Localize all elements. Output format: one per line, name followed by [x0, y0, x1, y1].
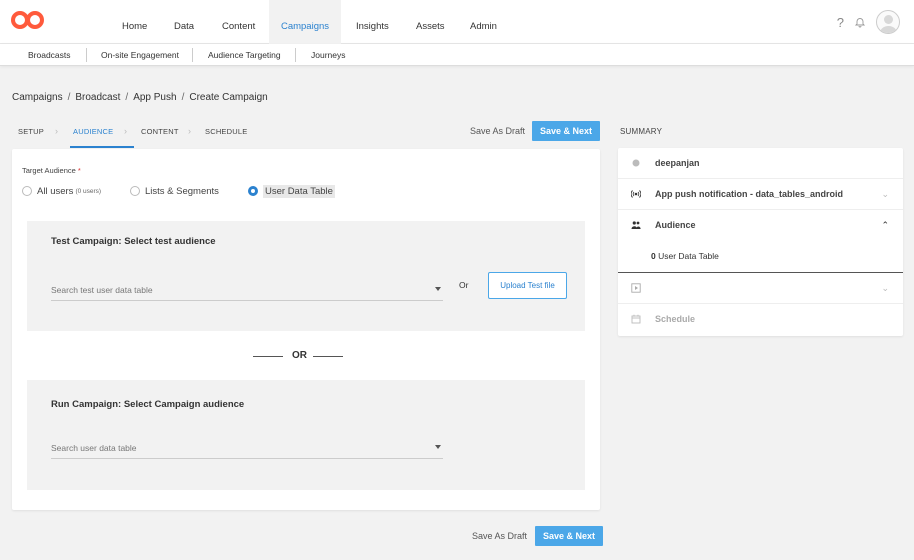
- nav-data[interactable]: Data: [164, 0, 204, 44]
- radio-all-users[interactable]: All users (0 users): [22, 184, 101, 198]
- breadcrumb-campaigns[interactable]: Campaigns: [12, 92, 63, 103]
- upload-test-file-button[interactable]: Upload Test file: [488, 272, 567, 299]
- save-draft-button-bottom[interactable]: Save As Draft: [472, 531, 527, 541]
- summary-audience-label: Audience: [655, 220, 696, 230]
- chevron-down-icon[interactable]: ⌄: [881, 189, 889, 200]
- save-draft-button-top[interactable]: Save As Draft: [470, 126, 525, 136]
- or-divider: OR: [253, 350, 343, 362]
- breadcrumb-separator: /: [67, 92, 71, 103]
- radio-circle[interactable]: [22, 186, 32, 196]
- subnav-divider: [295, 48, 296, 62]
- summary-audience-detail: 0 User Data Table: [651, 251, 719, 261]
- sub-navigation: Broadcasts On-site Engagement Audience T…: [0, 44, 914, 66]
- top-navigation: Home Data Content Campaigns Insights Ass…: [0, 0, 914, 44]
- nav-assets[interactable]: Assets: [406, 0, 455, 44]
- broadcast-icon: [631, 190, 641, 198]
- summary-row-name[interactable]: deepanjan: [618, 148, 903, 179]
- nav-admin[interactable]: Admin: [460, 0, 507, 44]
- summary-panel: deepanjan App push notification - data_t…: [618, 148, 903, 336]
- summary-row-content[interactable]: ⌄: [618, 273, 903, 304]
- audience-card: Target Audience * All users (0 users) Lis…: [12, 149, 600, 510]
- nav-home[interactable]: Home: [112, 0, 157, 44]
- breadcrumb-broadcast[interactable]: Broadcast: [75, 92, 120, 103]
- run-campaign-title: Run Campaign: Select Campaign audience: [51, 399, 245, 410]
- summary-row-audience[interactable]: Audience ⌃: [618, 210, 903, 241]
- breadcrumb-separator: /: [181, 92, 185, 103]
- caret-down-icon[interactable]: [435, 445, 441, 449]
- chevron-right-icon: ›: [188, 126, 191, 136]
- dot-icon: [632, 159, 640, 167]
- breadcrumb-app-push[interactable]: App Push: [133, 92, 176, 103]
- logo-icon[interactable]: [10, 9, 46, 31]
- run-campaign-panel: Run Campaign: Select Campaign audience S…: [27, 380, 585, 490]
- divider-line: [313, 356, 343, 357]
- target-audience-label: Target Audience *: [22, 166, 81, 175]
- nav-campaigns[interactable]: Campaigns: [269, 0, 341, 44]
- radio-user-data-table[interactable]: User Data Table: [248, 184, 335, 198]
- breadcrumb-create-campaign: Create Campaign: [189, 92, 268, 103]
- subnav-onsite-engagement[interactable]: On-site Engagement: [101, 44, 179, 66]
- breadcrumb: Campaigns / Broadcast / App Push / Create Camp…: [12, 92, 268, 103]
- chevron-up-icon[interactable]: ⌃: [881, 220, 889, 231]
- chevron-right-icon: ›: [124, 126, 127, 136]
- nav-insights[interactable]: Insights: [346, 0, 399, 44]
- summary-schedule-label: Schedule: [655, 314, 696, 324]
- subnav-broadcasts[interactable]: Broadcasts: [28, 44, 71, 66]
- step-setup[interactable]: SETUP: [18, 127, 44, 136]
- top-icons: ?: [837, 10, 900, 34]
- summary-channel-label: App push notification - data_tables_andr…: [655, 189, 844, 199]
- summary-title: SUMMARY: [620, 127, 663, 136]
- summary-row-channel[interactable]: App push notification - data_tables_andr…: [618, 179, 903, 210]
- test-campaign-title: Test Campaign: Select test audience: [51, 236, 216, 247]
- subnav-journeys[interactable]: Journeys: [311, 44, 346, 66]
- nav-content[interactable]: Content: [212, 0, 265, 44]
- caret-down-icon[interactable]: [435, 287, 441, 291]
- chevron-right-icon: ›: [55, 126, 58, 136]
- summary-name-label: deepanjan: [655, 158, 700, 168]
- divider-line: [253, 356, 283, 357]
- play-icon: [631, 283, 641, 293]
- campaign-audience-search-input[interactable]: Search user data table: [51, 441, 443, 459]
- calendar-icon: [631, 314, 641, 324]
- test-campaign-panel: Test Campaign: Select test audience Sear…: [27, 221, 585, 331]
- subnav-divider: [192, 48, 193, 62]
- subnav-divider: [86, 48, 87, 62]
- or-label: Or: [459, 280, 469, 290]
- active-step-underline: [70, 146, 134, 148]
- radio-lists-segments[interactable]: Lists & Segments: [130, 184, 219, 198]
- test-audience-search-input[interactable]: Search test user data table: [51, 283, 443, 301]
- users-icon: [631, 221, 641, 229]
- avatar[interactable]: [876, 10, 900, 34]
- radio-circle-checked[interactable]: [248, 186, 258, 196]
- chevron-down-icon[interactable]: ⌄: [881, 283, 889, 294]
- breadcrumb-separator: /: [125, 92, 129, 103]
- step-audience[interactable]: AUDIENCE: [73, 127, 113, 136]
- step-content[interactable]: CONTENT: [141, 127, 179, 136]
- or-divider-label: OR: [292, 350, 307, 361]
- summary-row-schedule[interactable]: Schedule: [618, 304, 903, 335]
- subnav-audience-targeting[interactable]: Audience Targeting: [208, 44, 281, 66]
- save-next-button-top[interactable]: Save & Next: [532, 121, 601, 141]
- step-schedule[interactable]: SCHEDULE: [205, 127, 247, 136]
- save-next-button-bottom[interactable]: Save & Next: [535, 526, 604, 546]
- radio-circle[interactable]: [130, 186, 140, 196]
- help-icon[interactable]: ?: [837, 15, 844, 30]
- bell-icon[interactable]: [854, 16, 866, 28]
